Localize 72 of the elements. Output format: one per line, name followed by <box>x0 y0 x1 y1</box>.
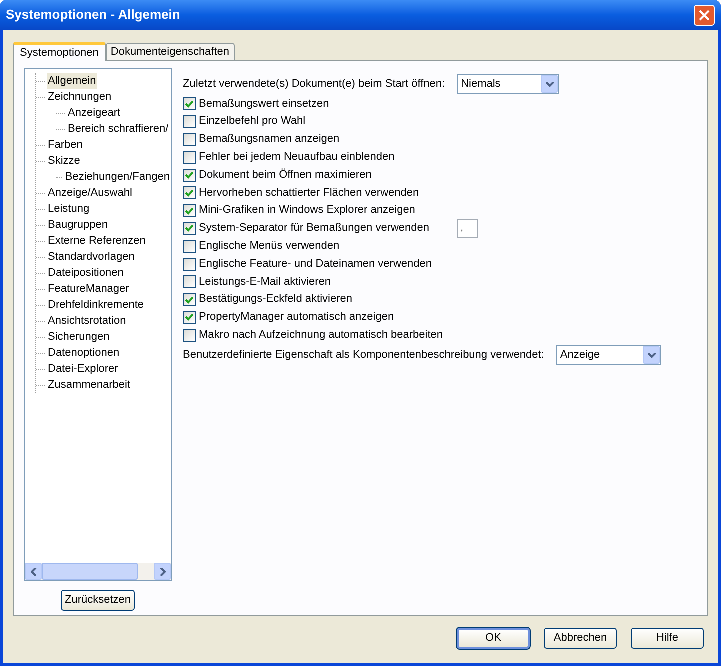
checkbox[interactable] <box>183 168 196 182</box>
tree-item[interactable]: Allgemein <box>47 72 98 90</box>
window-title: Systemoptionen - Allgemein <box>6 6 182 24</box>
checkbox-label[interactable]: Makro nach Aufzeichnung automatisch bearbeiten <box>199 327 443 344</box>
tree-item[interactable]: Datenoptionen <box>47 344 121 362</box>
tree-item[interactable]: Zusammenarbeit <box>47 376 132 394</box>
tree-item[interactable]: Baugruppen <box>47 216 109 234</box>
checkbox-label[interactable]: Leistungs-E-Mail aktivieren <box>199 274 332 290</box>
checkbox-label[interactable]: Englische Feature- und Dateinamen verwenden <box>199 256 432 272</box>
close-button[interactable] <box>694 4 715 26</box>
tree-item[interactable]: Datei-Explorer <box>47 360 120 378</box>
option-label: Zuletzt verwendete(s) Dokument(e) beim Start öffnen: <box>183 76 446 92</box>
dropdown-arrow-button[interactable] <box>541 75 558 93</box>
dropdown-value: Niemals <box>461 76 502 92</box>
checkbox-label[interactable]: Fehler bei jedem Neuaufbau einblenden <box>199 149 395 166</box>
checkbox-label[interactable]: System-Separator für Bemaßungen verwenden <box>199 220 430 237</box>
tree-item[interactable]: Dateipositionen <box>47 264 125 282</box>
checkbox-label[interactable]: PropertyManager automatisch anzeigen <box>199 309 394 326</box>
dialog-button[interactable]: OK <box>457 628 530 649</box>
tree-item[interactable]: Drehfeldinkremente <box>47 296 145 314</box>
separator-field[interactable]: , <box>456 218 478 238</box>
dialog-button[interactable]: Abbrechen <box>544 628 617 649</box>
checkbox-label[interactable]: Mini-Grafiken in Windows Explorer anzeigen <box>199 202 416 219</box>
scroll-left-button[interactable] <box>25 563 42 580</box>
checkbox-label[interactable]: Dokument beim Öffnen maximieren <box>199 166 372 184</box>
tree-item[interactable]: Zeichnungen <box>47 88 113 106</box>
close-icon <box>699 10 710 20</box>
checkbox[interactable] <box>183 258 196 271</box>
scroll-thumb[interactable] <box>42 563 138 580</box>
option-label: Benutzerdefinierte Eigenschaft als Komponentenbeschreibung verwendet: <box>183 348 544 363</box>
tab[interactable]: Systemoptionen <box>13 42 106 61</box>
reset-button[interactable]: Zurücksetzen <box>60 590 136 611</box>
dialog-button[interactable]: Hilfe <box>631 628 704 649</box>
tree-item[interactable]: Sicherungen <box>47 328 111 346</box>
checkbox[interactable] <box>183 204 196 218</box>
checkbox-label[interactable]: Bestätigungs-Eckfeld aktivieren <box>199 291 352 308</box>
tree-item[interactable]: Anzeigeart <box>67 104 122 122</box>
tree-item[interactable]: Farben <box>47 136 84 154</box>
tree-item[interactable]: Leistung <box>47 200 91 218</box>
dropdown[interactable]: Niemals <box>457 74 560 94</box>
checkbox[interactable] <box>183 186 196 200</box>
checkbox[interactable] <box>183 222 196 235</box>
tree-item[interactable]: Skizze <box>47 152 82 170</box>
tree-item[interactable]: FeatureManager <box>47 280 130 298</box>
checkbox[interactable] <box>183 310 196 324</box>
checkbox[interactable] <box>183 115 196 128</box>
checkbox[interactable] <box>183 328 196 342</box>
checkbox[interactable] <box>183 150 196 164</box>
checkbox-label[interactable]: Hervorheben schattierter Flächen verwenden <box>199 184 420 202</box>
checkbox[interactable] <box>183 132 196 146</box>
dropdown[interactable]: Anzeige <box>556 345 662 366</box>
checkbox[interactable] <box>183 275 196 288</box>
checkbox-label[interactable]: Einzelbefehl pro Wahl <box>199 113 306 130</box>
tree-item[interactable]: Bereich schraffieren/ <box>67 120 170 138</box>
tree-item[interactable]: Ansichtsrotation <box>47 312 128 330</box>
checkbox[interactable] <box>183 97 196 110</box>
checkbox[interactable] <box>183 240 196 253</box>
dropdown-arrow-button[interactable] <box>643 346 660 364</box>
scroll-right-button[interactable] <box>154 563 171 580</box>
tree-item[interactable]: Externe Referenzen <box>47 232 147 250</box>
chevron-down-icon <box>648 352 656 358</box>
tab[interactable]: Dokumenteigenschaften <box>106 43 235 60</box>
chevron-down-icon <box>546 82 554 86</box>
tree-item[interactable]: Beziehungen/Fangen <box>64 168 171 186</box>
horizontal-scrollbar[interactable] <box>25 563 171 580</box>
checkbox-label[interactable]: Bemaßungswert einsetzen <box>199 96 330 112</box>
checkbox-label[interactable]: Bemaßungsnamen anzeigen <box>199 131 340 148</box>
tree-item[interactable]: Standardvorlagen <box>47 248 136 266</box>
dropdown-value: Anzeige <box>560 348 602 363</box>
checkbox-label[interactable]: Englische Menüs verwenden <box>199 238 340 255</box>
tree-item[interactable]: Anzeige/Auswahl <box>47 184 134 202</box>
checkbox[interactable] <box>183 293 196 306</box>
